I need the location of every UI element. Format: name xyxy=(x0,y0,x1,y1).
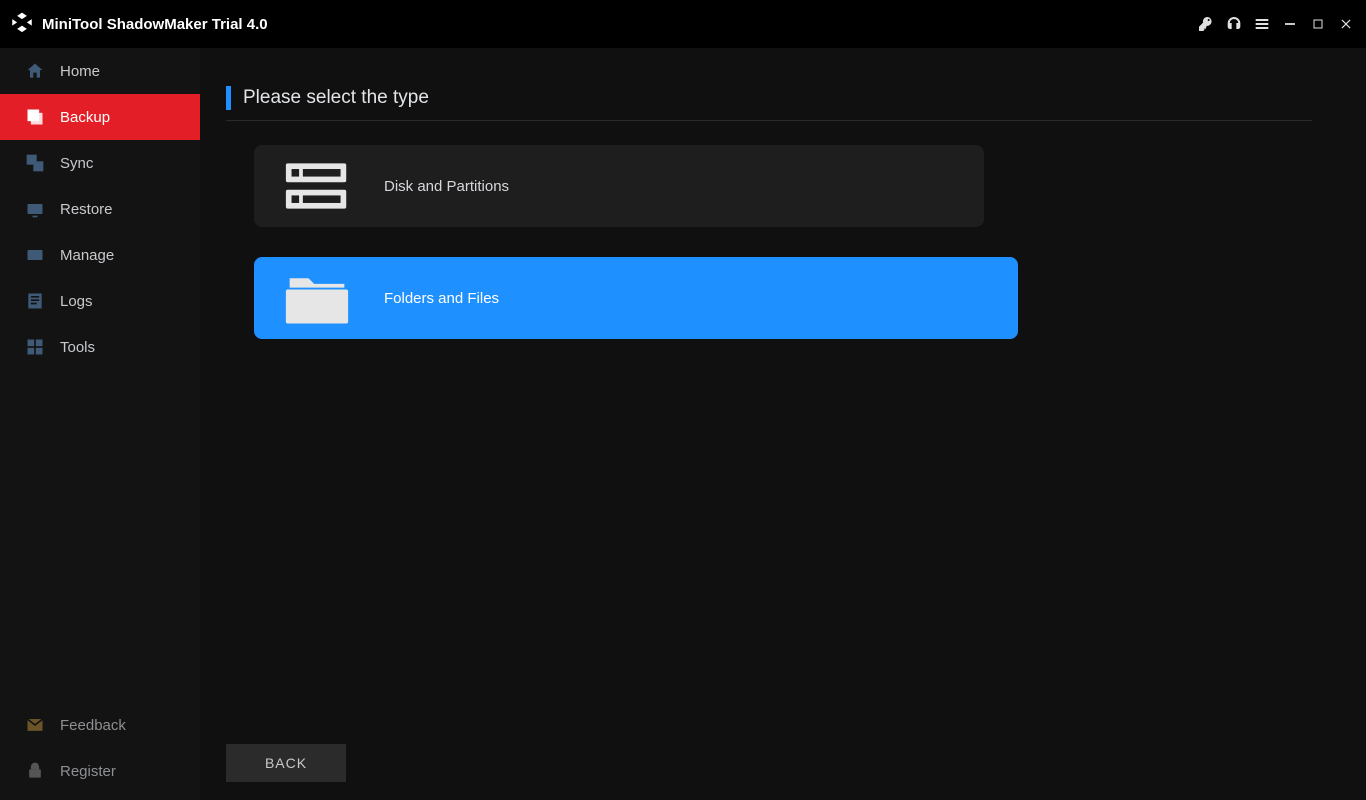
sidebar-item-label: Backup xyxy=(60,109,110,126)
menu-icon[interactable] xyxy=(1248,10,1276,38)
backup-icon xyxy=(24,106,46,128)
app-title: MiniTool ShadowMaker Trial 4.0 xyxy=(42,16,268,33)
maximize-icon[interactable] xyxy=(1304,10,1332,38)
register-icon xyxy=(24,760,46,782)
sidebar-item-register[interactable]: Register xyxy=(0,748,200,794)
sidebar-item-label: Restore xyxy=(60,201,113,218)
sync-icon xyxy=(24,152,46,174)
manage-icon xyxy=(24,244,46,266)
page-title: Please select the type xyxy=(243,87,429,109)
app-logo-icon xyxy=(8,10,36,38)
sidebar-item-backup[interactable]: Backup xyxy=(0,94,200,140)
back-button-label: BACK xyxy=(265,755,307,771)
support-icon[interactable] xyxy=(1220,10,1248,38)
titlebar: MiniTool ShadowMaker Trial 4.0 xyxy=(0,0,1366,48)
sidebar-item-logs[interactable]: Logs xyxy=(0,278,200,324)
sidebar-item-home[interactable]: Home xyxy=(0,48,200,94)
sidebar-item-tools[interactable]: Tools xyxy=(0,324,200,370)
disk-icon xyxy=(284,157,350,215)
sidebar: Home Backup Sync Restore Manage Logs xyxy=(0,48,200,800)
home-icon xyxy=(24,60,46,82)
sidebar-item-label: Tools xyxy=(60,339,95,356)
tools-icon xyxy=(24,336,46,358)
option-folders-and-files[interactable]: Folders and Files xyxy=(254,257,1018,339)
page-heading-row: Please select the type xyxy=(226,86,1366,110)
feedback-icon xyxy=(24,714,46,736)
option-label: Folders and Files xyxy=(384,290,499,307)
sidebar-item-label: Manage xyxy=(60,247,114,264)
sidebar-item-feedback[interactable]: Feedback xyxy=(0,702,200,748)
sidebar-item-manage[interactable]: Manage xyxy=(0,232,200,278)
main-panel: Please select the type Disk and Partitio… xyxy=(200,48,1366,800)
key-icon[interactable] xyxy=(1192,10,1220,38)
sidebar-item-label: Logs xyxy=(60,293,93,310)
sidebar-item-label: Sync xyxy=(60,155,93,172)
logs-icon xyxy=(24,290,46,312)
option-label: Disk and Partitions xyxy=(384,178,509,195)
minimize-icon[interactable] xyxy=(1276,10,1304,38)
sidebar-item-sync[interactable]: Sync xyxy=(0,140,200,186)
folder-icon xyxy=(284,269,350,327)
heading-accent xyxy=(226,86,231,110)
back-button[interactable]: BACK xyxy=(226,744,346,782)
sidebar-item-restore[interactable]: Restore xyxy=(0,186,200,232)
sidebar-item-label: Home xyxy=(60,63,100,80)
divider xyxy=(226,120,1312,121)
sidebar-item-label: Register xyxy=(60,763,116,780)
option-disk-and-partitions[interactable]: Disk and Partitions xyxy=(254,145,984,227)
restore-icon xyxy=(24,198,46,220)
sidebar-item-label: Feedback xyxy=(60,717,126,734)
close-icon[interactable] xyxy=(1332,10,1360,38)
